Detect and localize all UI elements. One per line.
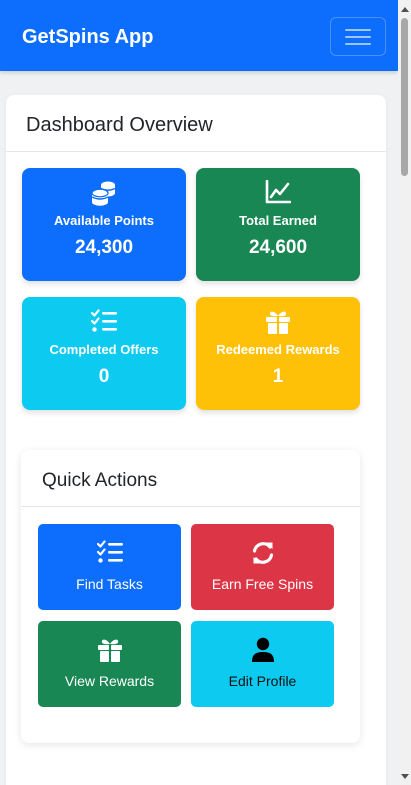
stat-label: Total Earned: [239, 213, 317, 228]
view-rewards-button[interactable]: View Rewards: [38, 621, 181, 707]
stat-card-available-points: Available Points 24,300: [22, 168, 186, 281]
stat-label: Available Points: [54, 213, 154, 228]
navbar: GetSpins App: [0, 0, 398, 71]
earn-free-spins-label: Earn Free Spins: [211, 576, 314, 592]
hamburger-menu-icon: [345, 28, 371, 45]
stat-value: 0: [98, 366, 110, 387]
find-tasks-button[interactable]: Find Tasks: [38, 524, 181, 610]
list-check-icon: [91, 309, 117, 332]
scroll-up-arrow-icon[interactable]: [398, 2, 411, 16]
edit-profile-button[interactable]: Edit Profile: [191, 621, 334, 707]
refresh-icon: [252, 542, 273, 564]
list-check-icon: [96, 540, 123, 563]
quick-actions-card: Quick Actions Find Tasks Earn Free Spins…: [21, 450, 360, 743]
dashboard-card: Dashboard Overview Available Points 24,3…: [6, 95, 386, 785]
dashboard-header: Dashboard Overview: [6, 95, 386, 152]
stat-label: Completed Offers: [49, 342, 159, 357]
quick-actions-header: Quick Actions: [21, 450, 360, 507]
stat-label: Redeemed Rewards: [216, 342, 340, 357]
stat-value: 1: [272, 366, 284, 387]
find-tasks-label: Find Tasks: [76, 576, 143, 592]
dashboard-title: Dashboard Overview: [26, 114, 213, 136]
navbar-brand[interactable]: GetSpins App: [22, 25, 153, 49]
gift-icon: [266, 311, 290, 334]
stat-card-completed-offers: Completed Offers 0: [22, 297, 186, 410]
stat-card-total-earned: Total Earned 24,600: [196, 168, 360, 281]
chart-line-icon: [265, 180, 291, 204]
earn-free-spins-button[interactable]: Earn Free Spins: [191, 524, 334, 610]
coins-icon: [91, 181, 116, 206]
navbar-toggle-button[interactable]: [330, 17, 386, 56]
scroll-down-arrow-icon[interactable]: [398, 770, 411, 784]
stat-value: 24,600: [248, 237, 308, 258]
stat-card-redeemed-rewards: Redeemed Rewards 1: [196, 297, 360, 410]
scrollbar[interactable]: [398, 0, 411, 785]
edit-profile-label: Edit Profile: [228, 673, 297, 689]
user-icon: [251, 637, 274, 662]
page: GetSpins App Dashboard Overview Availabl…: [0, 0, 411, 785]
quick-actions-title: Quick Actions: [42, 470, 158, 491]
gift-icon: [97, 639, 122, 662]
view-rewards-label: View Rewards: [64, 673, 155, 689]
scrollbar-thumb[interactable]: [401, 18, 408, 176]
stat-value: 24,300: [74, 237, 134, 258]
